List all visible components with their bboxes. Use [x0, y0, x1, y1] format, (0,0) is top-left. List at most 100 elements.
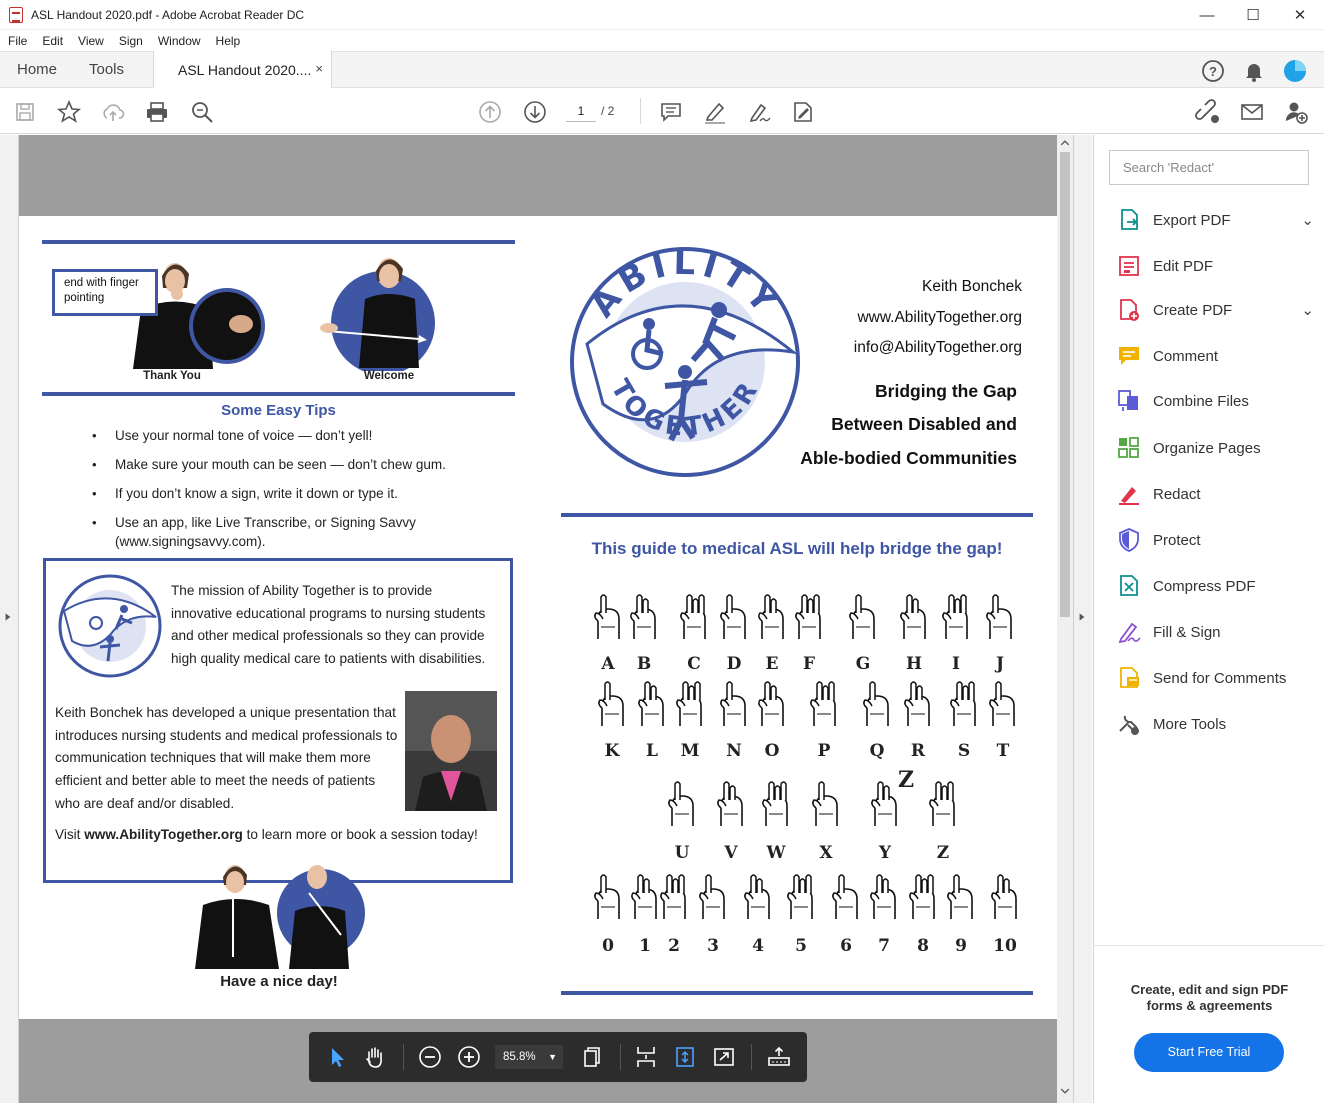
save-icon[interactable]: [12, 99, 38, 125]
right-panel-toggle[interactable]: [1073, 135, 1092, 1103]
rule-under-signs: [42, 392, 515, 396]
asl-handshape-d: [720, 594, 746, 639]
scroll-up-arrow-icon[interactable]: [1060, 139, 1070, 147]
zoom-out-icon[interactable]: [417, 1044, 443, 1070]
scroll-mode-icon[interactable]: [633, 1044, 659, 1070]
edit-pdf-icon: [1119, 256, 1139, 276]
tools-search-input[interactable]: Search 'Redact': [1109, 150, 1309, 185]
tool-label: Export PDF: [1153, 211, 1231, 229]
asl-label-d: D: [726, 654, 742, 674]
next-page-icon[interactable]: [522, 99, 548, 125]
tool-combine-files[interactable]: Combine Files: [1116, 388, 1316, 414]
tool-organize-pages[interactable]: Organize Pages: [1116, 435, 1316, 461]
tab-tools[interactable]: Tools: [89, 61, 124, 78]
page-thumbnails-icon[interactable]: [579, 1044, 605, 1070]
menu-window[interactable]: Window: [150, 34, 208, 48]
asl-label-p: P: [817, 741, 831, 761]
read-mode-icon[interactable]: [766, 1044, 792, 1070]
select-cursor-icon[interactable]: [324, 1044, 350, 1070]
zoom-search-icon[interactable]: [189, 99, 215, 125]
tool-fill-sign[interactable]: Fill & Sign: [1116, 619, 1316, 645]
fit-page-icon[interactable]: [672, 1044, 698, 1070]
organize-pages-icon: [1118, 437, 1139, 458]
add-user-icon[interactable]: [1283, 99, 1309, 125]
visit-link[interactable]: www.AbilityTogether.org: [84, 827, 243, 842]
menu-help[interactable]: Help: [208, 34, 248, 48]
asl-label-0: 0: [602, 936, 614, 956]
tool-export-pdf[interactable]: Export PDF ⌄: [1116, 207, 1316, 233]
bookmark-star-icon[interactable]: [56, 99, 82, 125]
account-avatar-icon[interactable]: [1283, 59, 1307, 83]
asl-label-z: Z: [936, 843, 950, 863]
protect-icon: [1119, 528, 1139, 552]
tool-label: Fill & Sign: [1153, 623, 1221, 641]
maximize-button[interactable]: ☐: [1230, 0, 1276, 30]
contact-email[interactable]: info@AbilityTogether.org: [779, 333, 1022, 364]
tool-compress-pdf[interactable]: Compress PDF: [1116, 573, 1316, 599]
tool-send-for-comments[interactable]: Send for Comments: [1116, 665, 1316, 691]
email-envelope-icon[interactable]: [1239, 99, 1265, 125]
asl-label-o: O: [764, 741, 780, 761]
tagline-line: Bridging the Gap: [875, 381, 1017, 401]
help-icon[interactable]: ?: [1201, 59, 1225, 83]
title-bar: ASL Handout 2020.pdf - Adobe Acrobat Rea…: [0, 0, 1324, 30]
chevron-down-icon[interactable]: ⌄: [1301, 211, 1314, 229]
asl-handshape-l: [638, 681, 664, 726]
collapse-right-arrow-icon: [1079, 613, 1085, 621]
visit-suffix: to learn more or book a session today!: [242, 827, 478, 842]
svg-text:?: ?: [1209, 64, 1217, 79]
comment-icon: [1119, 347, 1139, 365]
visit-prefix: Visit: [55, 827, 85, 842]
highlight-pen-icon[interactable]: [702, 99, 728, 125]
scroll-down-arrow-icon[interactable]: [1060, 1087, 1070, 1095]
tool-edit-pdf[interactable]: Edit PDF: [1116, 253, 1316, 279]
notifications-bell-icon[interactable]: [1242, 59, 1266, 83]
page-gap-top: [19, 135, 1057, 216]
asl-handshape-u: [668, 781, 694, 826]
fill-form-icon[interactable]: [790, 99, 816, 125]
minimize-button[interactable]: —: [1184, 0, 1230, 30]
caption-thank-you: Thank You: [143, 370, 201, 382]
tab-home[interactable]: Home: [17, 61, 57, 78]
close-window-button[interactable]: ✕: [1277, 0, 1323, 30]
asl-label-t: T: [996, 741, 1010, 761]
tool-create-pdf[interactable]: Create PDF ⌄: [1116, 297, 1316, 323]
contact-website[interactable]: www.AbilityTogether.org: [779, 303, 1022, 334]
contact-name: Keith Bonchek: [922, 278, 1022, 295]
chevron-down-icon[interactable]: ⌄: [1301, 301, 1314, 319]
tool-more-tools[interactable]: More Tools: [1116, 711, 1316, 737]
tool-comment[interactable]: Comment: [1116, 343, 1316, 369]
page-number-input[interactable]: 1: [566, 100, 596, 122]
asl-handshape-n: [720, 681, 746, 726]
asl-label-10: 10: [993, 936, 1017, 956]
menu-sign[interactable]: Sign: [111, 34, 150, 48]
cloud-upload-icon[interactable]: [100, 99, 126, 125]
close-tab-icon[interactable]: ×: [315, 61, 323, 76]
asl-handshape-a: [594, 594, 620, 639]
tab-document[interactable]: ASL Handout 2020.... ×: [153, 51, 332, 89]
hand-pan-icon[interactable]: [362, 1044, 388, 1070]
start-free-trial-button[interactable]: Start Free Trial: [1134, 1033, 1284, 1072]
left-panel-toggle[interactable]: [0, 135, 19, 1103]
full-screen-icon[interactable]: [711, 1044, 737, 1070]
vertical-scrollbar[interactable]: [1057, 135, 1073, 1103]
zoom-in-icon[interactable]: [456, 1044, 482, 1070]
tool-protect[interactable]: Protect: [1116, 527, 1316, 553]
zoom-level-dropdown[interactable]: 85.8% ▼: [495, 1045, 563, 1069]
menu-file[interactable]: File: [0, 34, 34, 48]
print-icon[interactable]: [144, 99, 170, 125]
previous-page-icon[interactable]: [477, 99, 503, 125]
menu-view[interactable]: View: [70, 34, 111, 48]
tool-redact[interactable]: Redact: [1116, 481, 1316, 507]
share-link-icon[interactable]: [1195, 99, 1221, 125]
sign-pen-icon[interactable]: [746, 99, 772, 125]
scrollbar-thumb[interactable]: [1060, 152, 1070, 617]
tab-document-label: ASL Handout 2020....: [178, 62, 312, 78]
comment-icon[interactable]: [658, 99, 684, 125]
redact-icon: [1119, 487, 1139, 505]
compress-pdf-icon: [1120, 575, 1138, 596]
floating-page-toolbar: 85.8% ▼: [309, 1032, 807, 1082]
fill-sign-icon: [1118, 622, 1141, 644]
menu-edit[interactable]: Edit: [34, 34, 70, 48]
promo-line-1: Create, edit and sign PDF: [1130, 982, 1289, 997]
